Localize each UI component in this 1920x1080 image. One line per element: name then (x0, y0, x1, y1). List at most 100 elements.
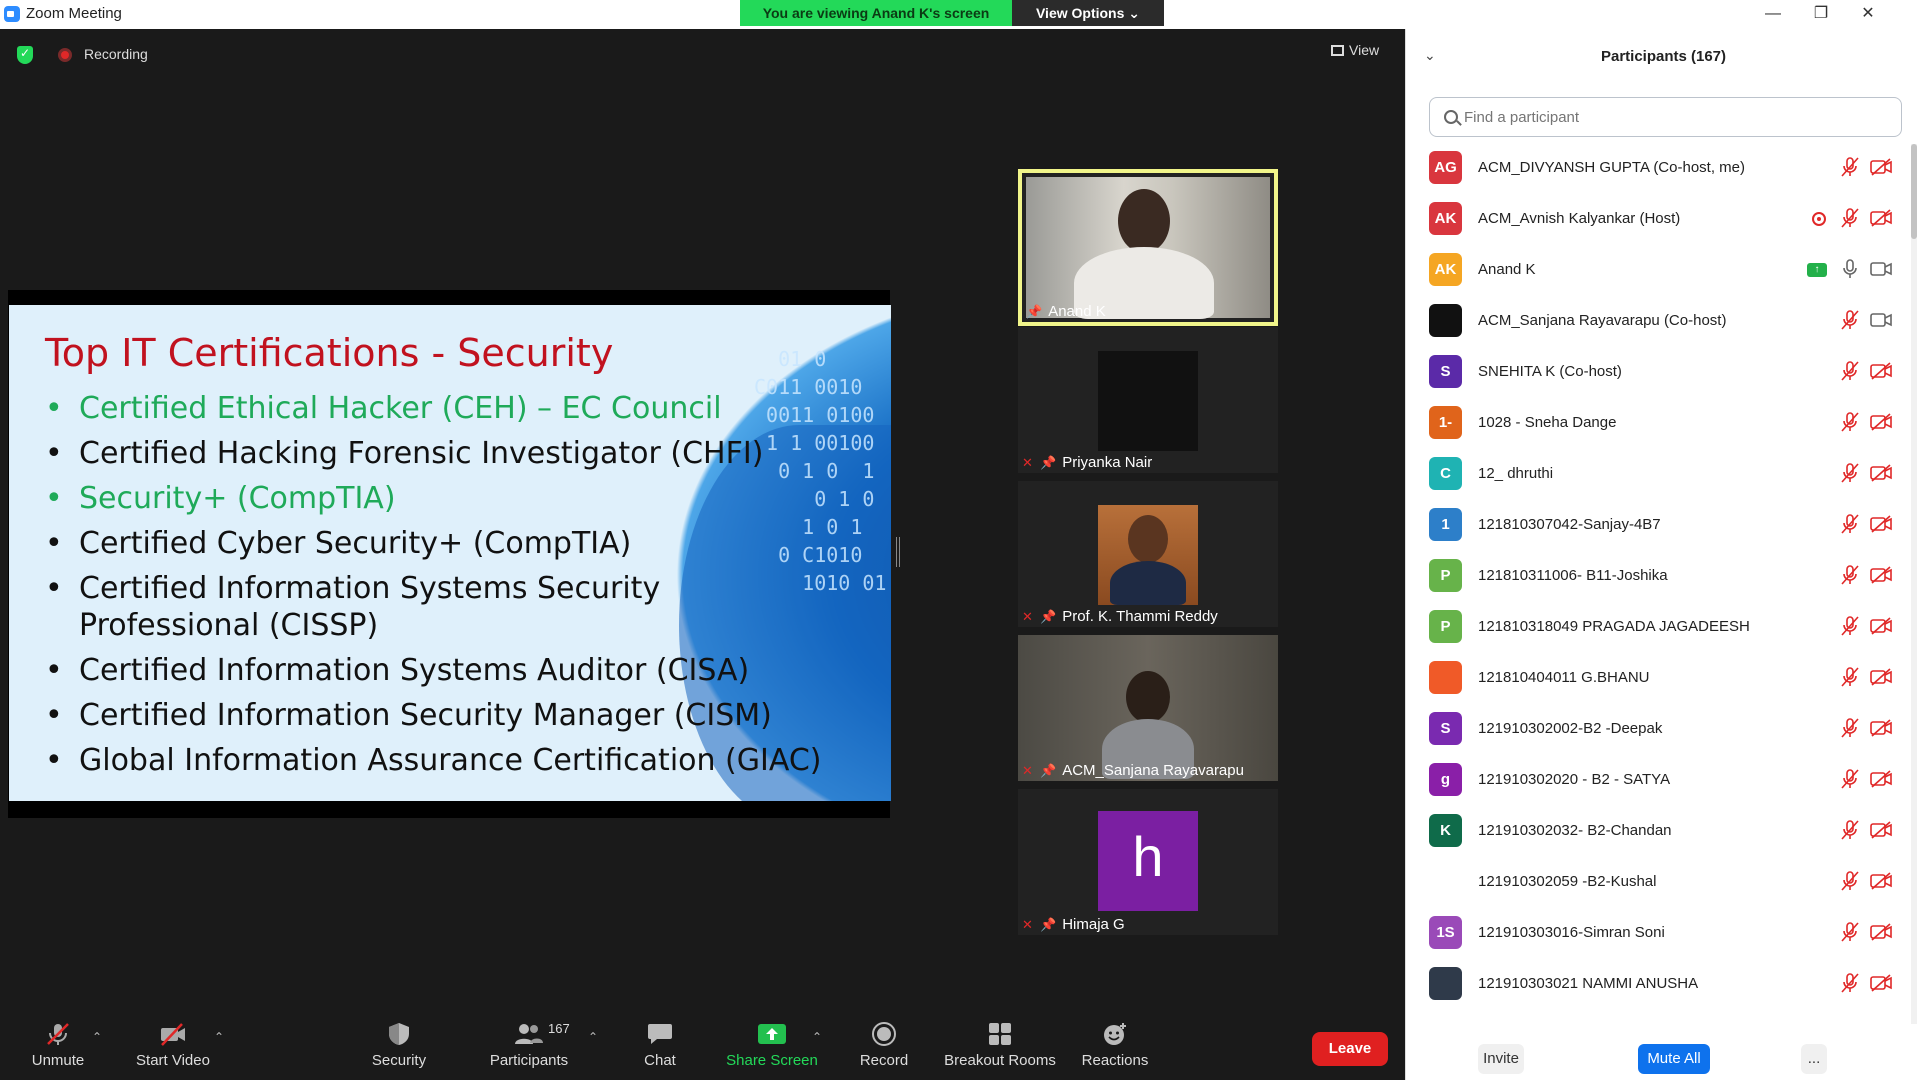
participant-row[interactable]: C 12_ dhruthi (1406, 450, 1906, 501)
video-tile-sanjana[interactable]: ✕ 📌 ACM_Sanjana Rayavarapu (1018, 635, 1278, 781)
video-options-caret[interactable]: ⌃ (214, 1030, 224, 1044)
participant-row[interactable]: S SNEHITA K (Co-host) (1406, 348, 1906, 399)
mic-muted-icon[interactable] (1840, 717, 1860, 739)
mic-muted-icon[interactable] (1840, 411, 1860, 433)
participant-name: 121910303021 NAMMI ANUSHA (1478, 975, 1699, 992)
participant-avatar (1429, 967, 1462, 1000)
participant-row[interactable]: ACM_Sanjana Rayavarapu (Co-host) (1406, 297, 1906, 348)
video-tile-anand[interactable]: 📌 Anand K (1018, 169, 1278, 326)
camera-off-icon[interactable] (1870, 668, 1892, 686)
close-icon[interactable]: ✕ (1845, 0, 1891, 29)
participant-name: 12_ dhruthi (1478, 465, 1554, 482)
restore-icon[interactable]: ❐ (1798, 0, 1844, 29)
participant-name: 121910303016-Simran Soni (1478, 924, 1665, 941)
mic-muted-icon[interactable] (1840, 360, 1860, 382)
share-options-caret[interactable]: ⌃ (812, 1030, 822, 1044)
record-button[interactable]: Record (856, 1022, 912, 1069)
participant-row[interactable]: 121810404011 G.BHANU (1406, 654, 1906, 705)
mic-muted-icon[interactable] (1840, 309, 1860, 331)
participant-row[interactable]: 1S 121910303016-Simran Soni (1406, 909, 1906, 960)
mic-muted-icon[interactable] (1840, 462, 1860, 484)
mic-muted-icon[interactable] (1840, 615, 1860, 637)
camera-off-icon[interactable] (1870, 566, 1892, 584)
video-tile-thammi-reddy[interactable]: ✕ 📌 Prof. K. Thammi Reddy (1018, 481, 1278, 627)
minimize-icon[interactable]: — (1750, 0, 1796, 29)
mic-muted-icon[interactable] (1840, 921, 1860, 943)
participant-list-scrollbar[interactable] (1911, 144, 1917, 1024)
participant-face (1126, 671, 1170, 723)
participant-avatar: C (1429, 457, 1462, 490)
mic-muted-icon[interactable] (1840, 819, 1860, 841)
mute-all-button[interactable]: Mute All (1638, 1044, 1710, 1074)
camera-icon[interactable] (1870, 260, 1892, 278)
video-tile-himaja[interactable]: h ✕ 📌 Himaja G (1018, 789, 1278, 935)
participant-name: 121910302020 - B2 - SATYA (1478, 771, 1671, 788)
leave-button[interactable]: Leave (1312, 1032, 1388, 1066)
panel-splitter[interactable] (896, 537, 900, 567)
camera-off-icon[interactable] (1870, 770, 1892, 788)
mic-muted-icon[interactable] (1840, 513, 1860, 535)
mic-muted-icon[interactable] (1840, 156, 1860, 178)
camera-off-icon[interactable] (1870, 413, 1892, 431)
participant-row[interactable]: 1- 1028 - Sneha Dange (1406, 399, 1906, 450)
camera-off-icon[interactable] (1870, 974, 1892, 992)
camera-off-icon[interactable] (1870, 872, 1892, 890)
unmute-button[interactable]: Unmute (28, 1022, 88, 1069)
camera-off-icon[interactable] (1870, 719, 1892, 737)
participant-row[interactable]: K 121910302032- B2-Chandan (1406, 807, 1906, 858)
camera-icon[interactable] (1870, 311, 1892, 329)
participant-row[interactable]: P 121810318049 PRAGADA JAGADEESH (1406, 603, 1906, 654)
mic-muted-icon[interactable] (1840, 564, 1860, 586)
camera-off-icon[interactable] (1870, 923, 1892, 941)
tile-name: ✕ 📌 Prof. K. Thammi Reddy (1022, 608, 1218, 625)
participant-row[interactable]: 1 121810307042-Sanjay-4B7 (1406, 501, 1906, 552)
slide-bullet: Security+ (CompTIA) (45, 480, 835, 517)
reactions-button[interactable]: Reactions (1080, 1022, 1150, 1069)
share-screen-button[interactable]: Share Screen (724, 1022, 820, 1069)
slide-bullet: Global Information Assurance Certificati… (45, 742, 835, 779)
view-button[interactable]: View (1331, 42, 1379, 58)
participant-row[interactable]: P 121810311006- B11-Joshika (1406, 552, 1906, 603)
audio-options-caret[interactable]: ⌃ (92, 1030, 102, 1044)
mic-muted-icon[interactable] (1840, 207, 1860, 229)
video-tile-priyanka[interactable]: ✕ 📌 Priyanka Nair (1018, 327, 1278, 473)
view-options-button[interactable]: View Options ⌄ (1012, 0, 1164, 26)
participant-search-input[interactable] (1464, 106, 1884, 128)
security-shield-icon[interactable] (17, 46, 33, 64)
breakout-rooms-button[interactable]: Breakout Rooms (940, 1022, 1060, 1069)
camera-off-icon[interactable] (1870, 209, 1892, 227)
record-icon (872, 1022, 896, 1046)
participant-row[interactable]: g 121910302020 - B2 - SATYA (1406, 756, 1906, 807)
participant-row[interactable]: S 121910302002-B2 -Deepak (1406, 705, 1906, 756)
reactions-icon (1104, 1023, 1126, 1045)
participant-row[interactable]: AK ACM_Avnish Kalyankar (Host) (1406, 195, 1906, 246)
participant-row[interactable]: AG ACM_DIVYANSH GUPTA (Co-host, me) (1406, 144, 1906, 195)
camera-off-icon[interactable] (1870, 464, 1892, 482)
participant-avatar: K (1429, 814, 1462, 847)
participant-search[interactable] (1429, 97, 1902, 137)
participant-row[interactable]: 121910303021 NAMMI ANUSHA (1406, 960, 1906, 1011)
more-options-button[interactable]: ... (1801, 1044, 1827, 1074)
mic-muted-icon[interactable] (1840, 666, 1860, 688)
camera-off-icon[interactable] (1870, 821, 1892, 839)
zoom-app-icon (4, 6, 20, 22)
security-button[interactable]: Security (366, 1022, 432, 1069)
mic-icon[interactable] (1840, 258, 1860, 280)
camera-off-icon[interactable] (1870, 158, 1892, 176)
camera-off-icon[interactable] (1870, 515, 1892, 533)
participant-name: 121910302059 -B2-Kushal (1478, 873, 1657, 890)
mic-muted-icon[interactable] (1840, 870, 1860, 892)
participant-row[interactable]: AK Anand K ↑ (1406, 246, 1906, 297)
mic-muted-icon[interactable] (1840, 768, 1860, 790)
mic-muted-icon[interactable] (1840, 972, 1860, 994)
panel-footer: Invite Mute All ... (1406, 1032, 1920, 1080)
slide-bullet: Certified Ethical Hacker (CEH) – EC Coun… (45, 390, 835, 427)
chat-button[interactable]: Chat (632, 1022, 688, 1069)
invite-button[interactable]: Invite (1478, 1044, 1524, 1074)
start-video-button[interactable]: Start Video (133, 1022, 213, 1069)
participants-caret[interactable]: ⌃ (588, 1030, 598, 1044)
camera-off-icon[interactable] (1870, 362, 1892, 380)
scrollbar-thumb[interactable] (1911, 144, 1917, 239)
participant-row[interactable]: 121910302059 -B2-Kushal (1406, 858, 1906, 909)
camera-off-icon[interactable] (1870, 617, 1892, 635)
